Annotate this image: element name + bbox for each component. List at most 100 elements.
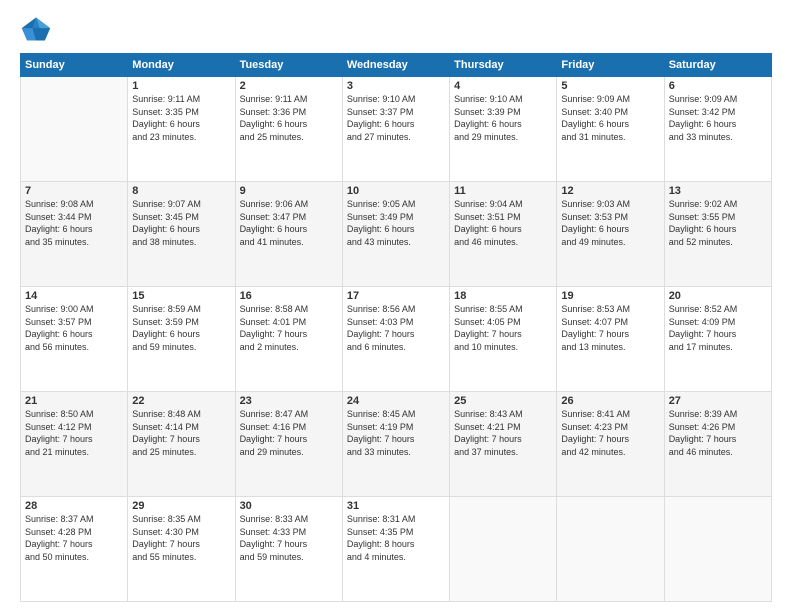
day-info: Sunrise: 8:48 AM Sunset: 4:14 PM Dayligh…	[132, 408, 230, 458]
header	[20, 15, 772, 43]
weekday-header-row: SundayMondayTuesdayWednesdayThursdayFrid…	[21, 54, 772, 77]
day-info: Sunrise: 8:47 AM Sunset: 4:16 PM Dayligh…	[240, 408, 338, 458]
day-number: 7	[25, 185, 123, 197]
day-number: 15	[132, 290, 230, 302]
calendar-cell: 8Sunrise: 9:07 AM Sunset: 3:45 PM Daylig…	[128, 182, 235, 287]
day-info: Sunrise: 9:03 AM Sunset: 3:53 PM Dayligh…	[561, 198, 659, 248]
calendar-cell: 28Sunrise: 8:37 AM Sunset: 4:28 PM Dayli…	[21, 497, 128, 602]
day-number: 29	[132, 500, 230, 512]
day-info: Sunrise: 8:45 AM Sunset: 4:19 PM Dayligh…	[347, 408, 445, 458]
day-info: Sunrise: 8:35 AM Sunset: 4:30 PM Dayligh…	[132, 513, 230, 563]
day-info: Sunrise: 8:37 AM Sunset: 4:28 PM Dayligh…	[25, 513, 123, 563]
day-info: Sunrise: 9:09 AM Sunset: 3:40 PM Dayligh…	[561, 93, 659, 143]
calendar-cell: 6Sunrise: 9:09 AM Sunset: 3:42 PM Daylig…	[664, 77, 771, 182]
day-number: 31	[347, 500, 445, 512]
day-info: Sunrise: 8:53 AM Sunset: 4:07 PM Dayligh…	[561, 303, 659, 353]
day-number: 17	[347, 290, 445, 302]
calendar-cell: 24Sunrise: 8:45 AM Sunset: 4:19 PM Dayli…	[342, 392, 449, 497]
day-number: 13	[669, 185, 767, 197]
day-info: Sunrise: 8:33 AM Sunset: 4:33 PM Dayligh…	[240, 513, 338, 563]
day-number: 16	[240, 290, 338, 302]
calendar-cell	[21, 77, 128, 182]
calendar-cell: 30Sunrise: 8:33 AM Sunset: 4:33 PM Dayli…	[235, 497, 342, 602]
calendar-cell: 22Sunrise: 8:48 AM Sunset: 4:14 PM Dayli…	[128, 392, 235, 497]
calendar-cell: 10Sunrise: 9:05 AM Sunset: 3:49 PM Dayli…	[342, 182, 449, 287]
day-info: Sunrise: 8:55 AM Sunset: 4:05 PM Dayligh…	[454, 303, 552, 353]
day-info: Sunrise: 8:50 AM Sunset: 4:12 PM Dayligh…	[25, 408, 123, 458]
weekday-header-monday: Monday	[128, 54, 235, 77]
calendar-table: SundayMondayTuesdayWednesdayThursdayFrid…	[20, 53, 772, 602]
calendar-cell: 7Sunrise: 9:08 AM Sunset: 3:44 PM Daylig…	[21, 182, 128, 287]
calendar-cell: 19Sunrise: 8:53 AM Sunset: 4:07 PM Dayli…	[557, 287, 664, 392]
day-info: Sunrise: 8:52 AM Sunset: 4:09 PM Dayligh…	[669, 303, 767, 353]
day-info: Sunrise: 9:08 AM Sunset: 3:44 PM Dayligh…	[25, 198, 123, 248]
calendar-cell: 29Sunrise: 8:35 AM Sunset: 4:30 PM Dayli…	[128, 497, 235, 602]
day-info: Sunrise: 8:41 AM Sunset: 4:23 PM Dayligh…	[561, 408, 659, 458]
day-number: 4	[454, 80, 552, 92]
day-info: Sunrise: 8:58 AM Sunset: 4:01 PM Dayligh…	[240, 303, 338, 353]
day-info: Sunrise: 8:56 AM Sunset: 4:03 PM Dayligh…	[347, 303, 445, 353]
day-info: Sunrise: 9:00 AM Sunset: 3:57 PM Dayligh…	[25, 303, 123, 353]
calendar-cell	[450, 497, 557, 602]
day-number: 25	[454, 395, 552, 407]
logo	[20, 15, 56, 43]
day-info: Sunrise: 9:04 AM Sunset: 3:51 PM Dayligh…	[454, 198, 552, 248]
day-info: Sunrise: 9:11 AM Sunset: 3:36 PM Dayligh…	[240, 93, 338, 143]
day-info: Sunrise: 9:10 AM Sunset: 3:37 PM Dayligh…	[347, 93, 445, 143]
day-number: 12	[561, 185, 659, 197]
calendar-week-row-3: 21Sunrise: 8:50 AM Sunset: 4:12 PM Dayli…	[21, 392, 772, 497]
calendar-cell: 11Sunrise: 9:04 AM Sunset: 3:51 PM Dayli…	[450, 182, 557, 287]
day-info: Sunrise: 9:07 AM Sunset: 3:45 PM Dayligh…	[132, 198, 230, 248]
day-number: 1	[132, 80, 230, 92]
day-info: Sunrise: 9:06 AM Sunset: 3:47 PM Dayligh…	[240, 198, 338, 248]
day-number: 19	[561, 290, 659, 302]
weekday-header-tuesday: Tuesday	[235, 54, 342, 77]
calendar-week-row-2: 14Sunrise: 9:00 AM Sunset: 3:57 PM Dayli…	[21, 287, 772, 392]
day-info: Sunrise: 8:39 AM Sunset: 4:26 PM Dayligh…	[669, 408, 767, 458]
weekday-header-saturday: Saturday	[664, 54, 771, 77]
logo-icon	[20, 15, 52, 43]
day-info: Sunrise: 9:05 AM Sunset: 3:49 PM Dayligh…	[347, 198, 445, 248]
day-number: 28	[25, 500, 123, 512]
day-info: Sunrise: 9:09 AM Sunset: 3:42 PM Dayligh…	[669, 93, 767, 143]
day-number: 21	[25, 395, 123, 407]
calendar-cell	[664, 497, 771, 602]
day-number: 14	[25, 290, 123, 302]
calendar-week-row-4: 28Sunrise: 8:37 AM Sunset: 4:28 PM Dayli…	[21, 497, 772, 602]
day-number: 6	[669, 80, 767, 92]
calendar-cell	[557, 497, 664, 602]
calendar-cell: 2Sunrise: 9:11 AM Sunset: 3:36 PM Daylig…	[235, 77, 342, 182]
day-number: 30	[240, 500, 338, 512]
calendar-cell: 27Sunrise: 8:39 AM Sunset: 4:26 PM Dayli…	[664, 392, 771, 497]
calendar-cell: 12Sunrise: 9:03 AM Sunset: 3:53 PM Dayli…	[557, 182, 664, 287]
day-number: 26	[561, 395, 659, 407]
weekday-header-sunday: Sunday	[21, 54, 128, 77]
calendar-cell: 1Sunrise: 9:11 AM Sunset: 3:35 PM Daylig…	[128, 77, 235, 182]
day-number: 5	[561, 80, 659, 92]
day-number: 8	[132, 185, 230, 197]
weekday-header-friday: Friday	[557, 54, 664, 77]
calendar-cell: 18Sunrise: 8:55 AM Sunset: 4:05 PM Dayli…	[450, 287, 557, 392]
day-number: 23	[240, 395, 338, 407]
calendar-cell: 13Sunrise: 9:02 AM Sunset: 3:55 PM Dayli…	[664, 182, 771, 287]
day-info: Sunrise: 8:43 AM Sunset: 4:21 PM Dayligh…	[454, 408, 552, 458]
day-info: Sunrise: 9:02 AM Sunset: 3:55 PM Dayligh…	[669, 198, 767, 248]
day-number: 22	[132, 395, 230, 407]
calendar-cell: 16Sunrise: 8:58 AM Sunset: 4:01 PM Dayli…	[235, 287, 342, 392]
day-info: Sunrise: 8:31 AM Sunset: 4:35 PM Dayligh…	[347, 513, 445, 563]
day-info: Sunrise: 9:10 AM Sunset: 3:39 PM Dayligh…	[454, 93, 552, 143]
day-number: 10	[347, 185, 445, 197]
calendar-cell: 3Sunrise: 9:10 AM Sunset: 3:37 PM Daylig…	[342, 77, 449, 182]
day-info: Sunrise: 9:11 AM Sunset: 3:35 PM Dayligh…	[132, 93, 230, 143]
calendar-cell: 23Sunrise: 8:47 AM Sunset: 4:16 PM Dayli…	[235, 392, 342, 497]
calendar-cell: 4Sunrise: 9:10 AM Sunset: 3:39 PM Daylig…	[450, 77, 557, 182]
day-number: 11	[454, 185, 552, 197]
calendar-cell: 25Sunrise: 8:43 AM Sunset: 4:21 PM Dayli…	[450, 392, 557, 497]
page: SundayMondayTuesdayWednesdayThursdayFrid…	[0, 0, 792, 612]
calendar-week-row-0: 1Sunrise: 9:11 AM Sunset: 3:35 PM Daylig…	[21, 77, 772, 182]
day-number: 27	[669, 395, 767, 407]
day-number: 9	[240, 185, 338, 197]
calendar-cell: 17Sunrise: 8:56 AM Sunset: 4:03 PM Dayli…	[342, 287, 449, 392]
weekday-header-thursday: Thursday	[450, 54, 557, 77]
day-number: 3	[347, 80, 445, 92]
